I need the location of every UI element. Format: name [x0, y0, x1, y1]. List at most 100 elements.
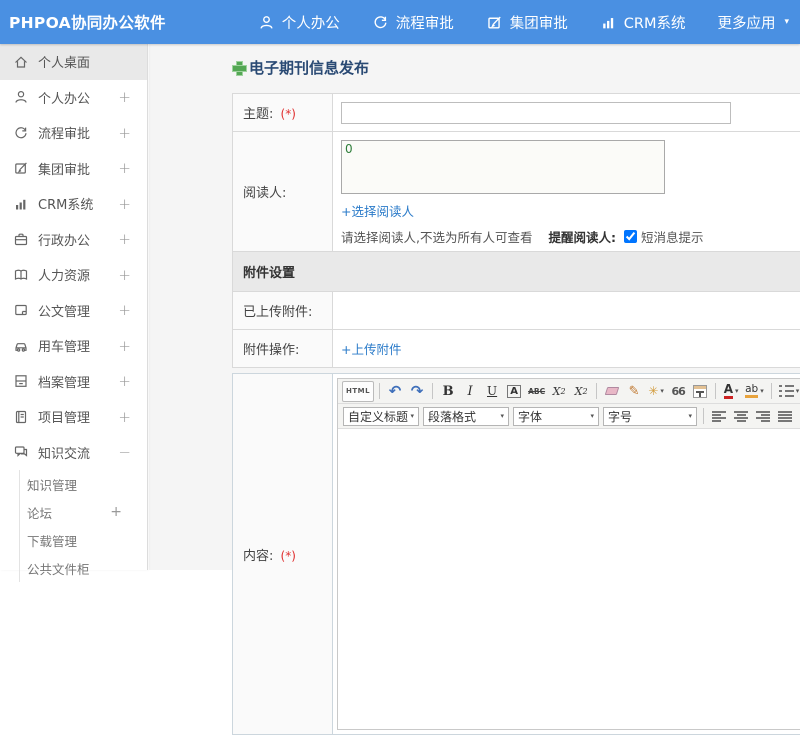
expand-toggle[interactable]: +	[118, 266, 131, 284]
caret-down-icon: ▾	[410, 412, 414, 420]
expand-toggle[interactable]: +	[118, 301, 131, 319]
sidebar-subitem-download-management[interactable]: 下载管理	[20, 526, 147, 554]
uploaded-attachments-row: 已上传附件:	[233, 292, 800, 330]
strikethrough-button[interactable]: ABC	[526, 381, 547, 402]
caret-down-icon: ▾	[796, 387, 800, 395]
align-left-button[interactable]	[709, 406, 729, 427]
eraser-button[interactable]	[602, 381, 622, 402]
highlight-color-button[interactable]: ab▾	[743, 381, 766, 402]
align-right-button[interactable]	[753, 406, 773, 427]
font-size-select[interactable]: 字号▾	[603, 407, 697, 426]
expand-toggle[interactable]: +	[118, 88, 131, 106]
caret-down-icon: ▾	[590, 412, 594, 420]
readers-textarea[interactable]: 0	[341, 140, 665, 194]
expand-toggle[interactable]: +	[118, 124, 131, 142]
required-mark: (*)	[281, 107, 296, 121]
font-family-select[interactable]: 字体▾	[513, 407, 599, 426]
paste-text-icon	[693, 385, 707, 398]
sms-remind-checkbox[interactable]	[624, 230, 637, 243]
subject-input[interactable]	[341, 102, 731, 124]
nav-workflow-approval[interactable]: 流程审批	[356, 0, 470, 44]
sidebar-item-human-resources[interactable]: 人力资源 +	[0, 257, 147, 293]
sidebar-item-vehicle-management[interactable]: 用车管理 +	[0, 328, 147, 364]
expand-toggle[interactable]: +	[110, 504, 122, 520]
sidebar-item-workflow-approval[interactable]: 流程审批 +	[0, 115, 147, 151]
caret-down-icon: ▾	[688, 412, 692, 420]
subject-row: 主题: (*)	[233, 94, 800, 132]
superscript-button[interactable]: X2	[549, 381, 569, 402]
chat-icon	[13, 444, 29, 460]
attachments-header-row: 附件设置	[233, 252, 800, 292]
sidebar-item-project-management[interactable]: 项目管理 +	[0, 399, 147, 435]
expand-toggle[interactable]: +	[118, 230, 131, 248]
paste-as-text-button[interactable]	[690, 381, 710, 402]
align-justify-icon	[778, 411, 792, 422]
required-mark: (*)	[281, 549, 296, 563]
chart-icon	[13, 196, 29, 212]
sidebar-item-personal-desktop[interactable]: 个人桌面	[0, 44, 147, 80]
briefcase-icon	[13, 231, 29, 247]
sidebar-item-knowledge-exchange[interactable]: 知识交流 −	[0, 435, 147, 471]
edit-icon	[486, 14, 503, 31]
sidebar-item-administrative-office[interactable]: 行政办公 +	[0, 222, 147, 258]
expand-toggle[interactable]: +	[118, 337, 131, 355]
sidebar-subitem-forum[interactable]: 论坛 +	[20, 498, 147, 526]
main-content: 电子期刊信息发布 主题: (*) 阅读人: 0 +选择阅读人	[149, 44, 800, 570]
caret-down-icon: ▾	[660, 387, 664, 395]
bold-button[interactable]: B	[438, 381, 458, 402]
remind-readers-label: 提醒阅读人:	[548, 227, 616, 246]
nav-label: 集团审批	[510, 12, 568, 33]
html-source-button[interactable]: HTML	[342, 381, 374, 402]
paragraph-format-select[interactable]: 段落格式▾	[423, 407, 509, 426]
blockquote-button[interactable]: 66	[668, 381, 688, 402]
ops-label-cell: 附件操作:	[233, 330, 333, 368]
collapse-toggle[interactable]: −	[118, 443, 131, 461]
book-icon	[13, 267, 29, 283]
nav-crm-system[interactable]: CRM系统	[584, 0, 702, 44]
upload-attachment-link[interactable]: +上传附件	[341, 339, 401, 358]
uploaded-attachments-cell	[333, 292, 800, 330]
sidebar-subitem-knowledge-management[interactable]: 知识管理	[20, 470, 147, 498]
subscript-button[interactable]: X2	[571, 381, 591, 402]
caret-down-icon: ▾	[784, 17, 789, 27]
align-center-button[interactable]	[731, 406, 751, 427]
ordered-list-button[interactable]: ▾	[777, 381, 800, 402]
car-icon	[13, 338, 29, 354]
expand-toggle[interactable]: +	[118, 372, 131, 390]
sidebar-item-personal-office[interactable]: 个人办公 +	[0, 80, 147, 116]
italic-button[interactable]: I	[460, 381, 480, 402]
align-justify-button[interactable]	[775, 406, 795, 427]
content-row: 内容: (*) HTML ↶ ↷ B I	[233, 374, 800, 735]
undo-button[interactable]: ↶	[385, 381, 405, 402]
format-brush-button[interactable]: ✎	[624, 381, 644, 402]
document-icon	[13, 302, 29, 318]
nav-group-approval[interactable]: 集团审批	[470, 0, 584, 44]
custom-title-select[interactable]: 自定义标题▾	[343, 407, 419, 426]
sidebar-item-archive-management[interactable]: 档案管理 +	[0, 364, 147, 400]
align-right-icon	[756, 411, 770, 422]
expand-toggle[interactable]: +	[118, 408, 131, 426]
underline-button[interactable]: U	[482, 381, 502, 402]
sidebar-item-document-management[interactable]: 公文管理 +	[0, 293, 147, 329]
sidebar-item-crm-system[interactable]: CRM系统 +	[0, 186, 147, 222]
editor-content-area[interactable]	[338, 429, 800, 729]
attachments-section-header: 附件设置	[233, 252, 800, 292]
rich-text-editor: HTML ↶ ↷ B I U A ABC X2 X2	[337, 378, 800, 730]
nav-personal-office[interactable]: 个人办公	[242, 0, 356, 44]
border-text-button[interactable]: A	[507, 385, 521, 398]
font-color-button[interactable]: A▾	[721, 381, 741, 402]
redo-button[interactable]: ↷	[407, 381, 427, 402]
select-readers-link[interactable]: +选择阅读人	[341, 201, 414, 220]
content-form-table: 内容: (*) HTML ↶ ↷ B I	[232, 373, 800, 735]
sidebar-item-group-approval[interactable]: 集团审批 +	[0, 151, 147, 187]
top-nav-items: 个人办公 流程审批 集团审批 CRM系统 更多应用 ▾	[242, 0, 800, 44]
expand-toggle[interactable]: +	[118, 159, 131, 177]
refresh-icon	[372, 14, 389, 31]
page-title: 电子期刊信息发布	[232, 57, 800, 78]
auto-format-button[interactable]: ✳▾	[646, 381, 666, 402]
sidebar-submenu-knowledge: 知识管理 论坛 + 下载管理 公共文件柜	[19, 470, 147, 582]
expand-toggle[interactable]: +	[118, 195, 131, 213]
sidebar-subitem-public-file-cabinet[interactable]: 公共文件柜	[20, 554, 147, 582]
sidebar: 个人桌面 个人办公 + 流程审批 + 集团审批 + CRM系统 + 行政办公 +…	[0, 44, 148, 570]
nav-more-apps[interactable]: 更多应用 ▾	[701, 0, 800, 44]
